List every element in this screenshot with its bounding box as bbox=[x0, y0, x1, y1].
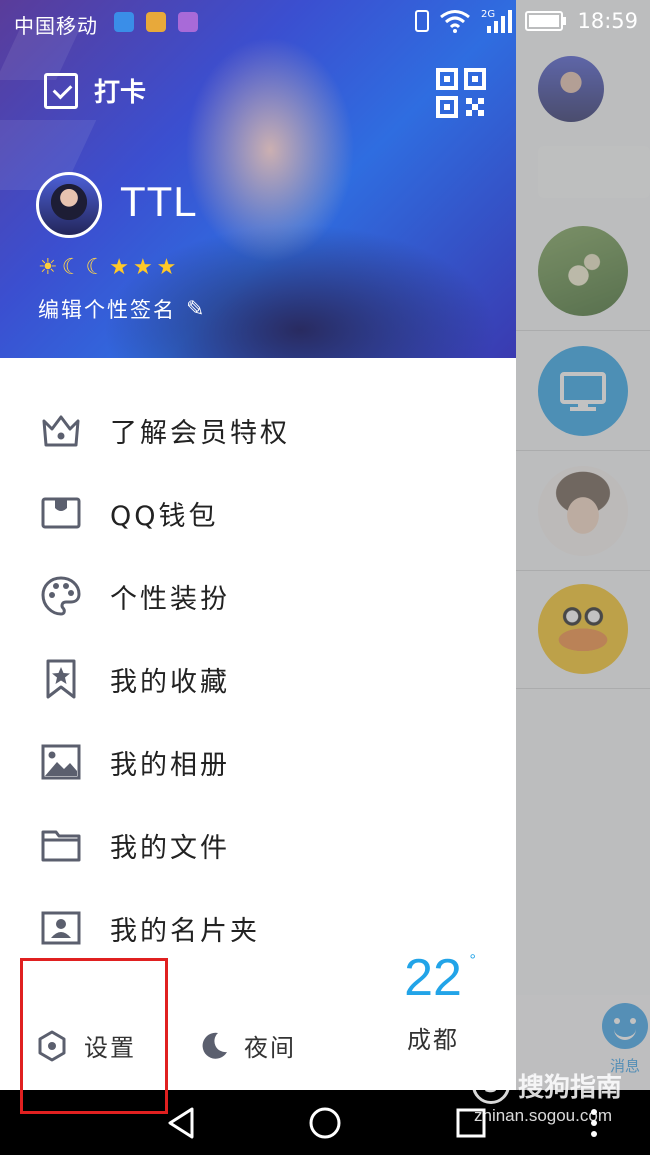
signal-icon: 2G bbox=[481, 9, 513, 33]
album-icon bbox=[41, 744, 81, 780]
watermark-brand: 搜狗指南 bbox=[518, 1072, 623, 1103]
signature-label: 编辑个性签名 bbox=[38, 298, 176, 322]
menu-item-label: 个性装扮 bbox=[110, 583, 230, 615]
menu-item-favorites[interactable]: 我的收藏 bbox=[0, 649, 516, 709]
night-mode-label: 夜间 bbox=[244, 1034, 296, 1062]
menu-item-vip-privileges[interactable]: 了解会员特权 bbox=[0, 400, 516, 460]
star-icon: ★ bbox=[109, 255, 129, 280]
menu-item-label: 了解会员特权 bbox=[110, 417, 290, 449]
sogou-watermark: S 搜狗指南 zhinan.sogou.com bbox=[472, 1066, 642, 1126]
annotation-highlight-box bbox=[20, 958, 168, 1114]
sun-icon: ☀ bbox=[38, 255, 58, 280]
checkin-button[interactable]: 打卡 bbox=[44, 72, 146, 109]
status-icons: 2G 18:59 bbox=[415, 8, 638, 34]
home-icon[interactable] bbox=[308, 1106, 342, 1140]
star-icon: ★ bbox=[132, 255, 153, 280]
menu-item-albums[interactable]: 我的相册 bbox=[0, 732, 516, 792]
crown-icon bbox=[42, 415, 80, 447]
wifi-icon bbox=[440, 10, 471, 33]
watermark-url: zhinan.sogou.com bbox=[474, 1106, 612, 1125]
app-notification-icon bbox=[114, 12, 134, 32]
menu-item-label: 我的文件 bbox=[110, 832, 230, 864]
folder-icon bbox=[41, 830, 81, 862]
back-icon[interactable] bbox=[164, 1106, 198, 1140]
menu-item-files[interactable]: 我的文件 bbox=[0, 815, 516, 875]
qq-level-badges[interactable]: ☀ ☾ ☾ ★ ★ ★ bbox=[38, 256, 176, 280]
weather-widget[interactable]: 22 ° 成都 bbox=[378, 948, 488, 1055]
menu-item-label: 我的收藏 bbox=[110, 666, 230, 698]
palette-icon bbox=[41, 576, 81, 616]
temperature: 22 ° bbox=[404, 948, 476, 1008]
degree-symbol: ° bbox=[469, 952, 476, 969]
menu-item-label: 我的相册 bbox=[110, 749, 230, 781]
status-bar: 中国移动 2G 18:59 bbox=[0, 0, 650, 46]
checkin-label: 打卡 bbox=[94, 78, 147, 108]
wallet-icon bbox=[41, 497, 81, 529]
sogou-logo-icon: S bbox=[472, 1066, 510, 1104]
pencil-icon: ✎ bbox=[186, 296, 207, 322]
moon-icon: ☾ bbox=[61, 255, 82, 280]
vibrate-icon bbox=[415, 10, 430, 32]
city-label: 成都 bbox=[407, 1026, 459, 1054]
drawer-scrim[interactable] bbox=[516, 0, 650, 1090]
battery-icon bbox=[525, 11, 567, 31]
edit-signature-button[interactable]: 编辑个性签名 ✎ bbox=[38, 294, 206, 324]
qr-code-icon[interactable] bbox=[436, 68, 486, 118]
menu-item-personalization[interactable]: 个性装扮 bbox=[0, 566, 516, 626]
menu-item-label: QQ钱包 bbox=[110, 500, 219, 532]
carrier-name: 中国移动 bbox=[14, 14, 98, 38]
username[interactable]: TTL bbox=[120, 178, 198, 226]
app-notification-icon bbox=[178, 12, 198, 32]
network-type: 2G bbox=[481, 9, 495, 20]
menu-item-qq-wallet[interactable]: QQ钱包 bbox=[0, 483, 516, 543]
night-mode-button[interactable]: 夜间 bbox=[198, 1028, 296, 1063]
side-drawer: 打卡 TTL ☀ ☾ ☾ ★ ★ ★ 编辑个性签名 ✎ 了解会员特权 QQ钱包 … bbox=[0, 0, 516, 1090]
star-icon: ★ bbox=[156, 255, 177, 280]
bookmark-star-icon bbox=[46, 659, 76, 699]
watermark-logo: S 搜狗指南 bbox=[472, 1066, 642, 1104]
moon-icon: ☾ bbox=[85, 255, 106, 280]
moon-icon bbox=[202, 1032, 227, 1059]
profile-avatar[interactable] bbox=[36, 172, 102, 238]
clock: 18:59 bbox=[577, 9, 638, 33]
calendar-check-icon bbox=[44, 72, 78, 109]
temperature-value: 22 bbox=[404, 949, 462, 1007]
app-notification-icon bbox=[146, 12, 166, 32]
